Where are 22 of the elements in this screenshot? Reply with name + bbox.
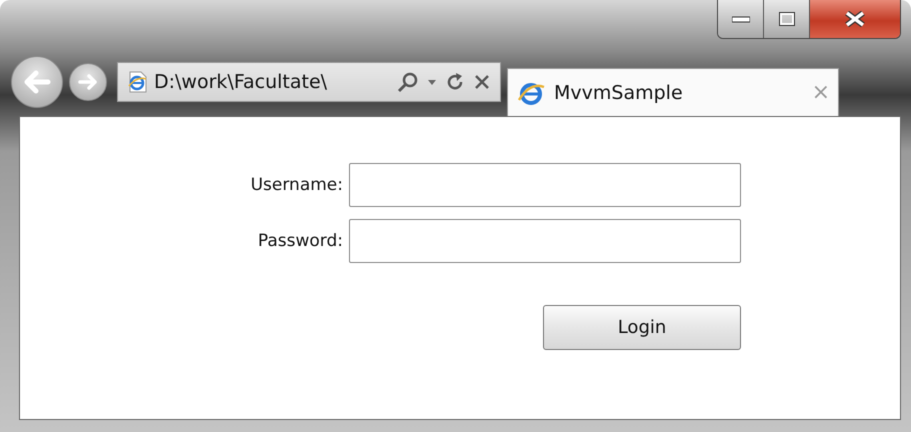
page-icon bbox=[126, 70, 148, 94]
search-icon[interactable] bbox=[396, 71, 420, 93]
login-button[interactable]: Login bbox=[543, 305, 741, 350]
field-label: Password: bbox=[256, 231, 343, 251]
address-bar[interactable]: D:\work\Facultate\ bbox=[117, 62, 501, 102]
maximize-icon bbox=[778, 11, 796, 27]
minimize-icon bbox=[732, 15, 750, 23]
back-arrow-icon bbox=[22, 69, 52, 95]
input-field[interactable] bbox=[349, 219, 741, 263]
close-icon bbox=[844, 11, 866, 27]
dropdown-caret-icon[interactable] bbox=[426, 77, 438, 87]
browser-tab[interactable]: MvvmSample × bbox=[507, 68, 839, 116]
input-field[interactable] bbox=[349, 163, 741, 207]
address-text: D:\work\Facultate\ bbox=[154, 71, 328, 93]
maximize-button[interactable] bbox=[764, 0, 810, 38]
tab-title: MvvmSample bbox=[554, 82, 684, 104]
back-button[interactable] bbox=[11, 56, 63, 108]
field-label: Username: bbox=[250, 175, 343, 195]
forward-arrow-icon bbox=[77, 72, 99, 92]
forward-button[interactable] bbox=[69, 63, 107, 101]
close-button[interactable] bbox=[810, 0, 900, 38]
minimize-button[interactable] bbox=[718, 0, 764, 38]
